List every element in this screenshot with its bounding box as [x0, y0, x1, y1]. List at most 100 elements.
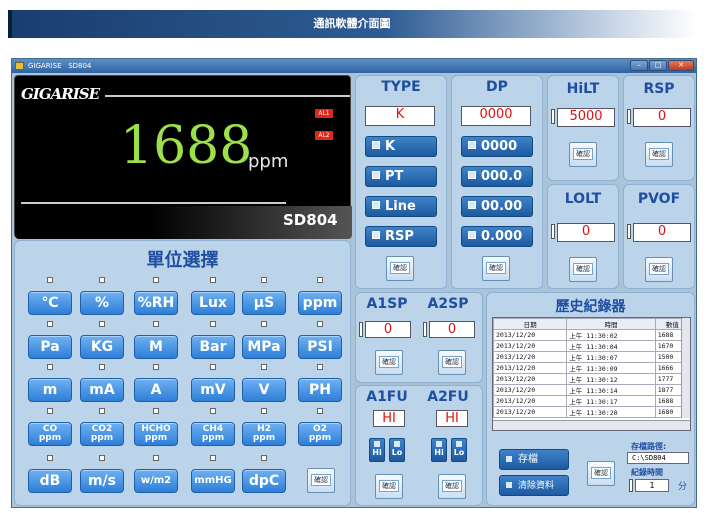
save-file-button[interactable]: 存檔	[499, 449, 569, 470]
unit-checkbox[interactable]	[47, 455, 53, 461]
pvof-spinner[interactable]	[627, 224, 631, 239]
a1fu-lo-button[interactable]: Lo	[389, 438, 405, 462]
unit-button[interactable]: CO ppm	[28, 422, 72, 446]
lolt-value[interactable]: 0	[557, 223, 615, 242]
history-row[interactable]: 2013/12/20 上午 11:30:02 1688	[493, 329, 690, 341]
unit-button[interactable]: dB	[28, 469, 72, 493]
unit-checkbox[interactable]	[153, 321, 159, 327]
unit-checkbox[interactable]	[99, 321, 105, 327]
unit-button[interactable]: MPa	[242, 335, 286, 359]
unit-checkbox[interactable]	[261, 364, 267, 370]
history-horizontal-scrollbar[interactable]	[493, 420, 690, 430]
unit-button[interactable]: A	[134, 378, 178, 402]
unit-checkbox[interactable]	[47, 364, 53, 370]
interval-input[interactable]: 1	[635, 479, 669, 492]
a2sp-spinner[interactable]	[423, 322, 427, 337]
unit-button[interactable]: μS	[242, 291, 286, 315]
a1fu-confirm-button[interactable]: 確認	[375, 474, 403, 499]
interval-spinner[interactable]	[629, 479, 633, 492]
dp-option-0-000[interactable]: 0.000	[461, 226, 533, 247]
unit-button[interactable]: Lux	[191, 291, 235, 315]
unit-checkbox[interactable]	[99, 277, 105, 283]
a2fu-hi-button[interactable]: Hi	[431, 438, 447, 462]
maximize-button[interactable]: □	[649, 60, 667, 71]
lolt-spinner[interactable]	[551, 224, 555, 239]
history-row[interactable]: 2013/12/20 上午 11:30:04 1670	[493, 340, 690, 352]
unit-checkbox[interactable]	[99, 455, 105, 461]
unit-button[interactable]: V	[242, 378, 286, 402]
hilt-value[interactable]: 5000	[557, 108, 615, 127]
unit-checkbox[interactable]	[99, 408, 105, 414]
unit-checkbox[interactable]	[153, 277, 159, 283]
unit-button[interactable]: H2 ppm	[242, 422, 286, 446]
unit-checkbox[interactable]	[47, 321, 53, 327]
history-row[interactable]: 2013/12/20 上午 11:30:17 1688	[493, 395, 690, 407]
dp-option-0000[interactable]: 0000	[461, 136, 533, 157]
type-option-rsp[interactable]: RSP	[365, 226, 437, 247]
a1sp-confirm-button[interactable]: 確認	[375, 350, 403, 375]
unit-checkbox[interactable]	[210, 321, 216, 327]
unit-button[interactable]: %RH	[134, 291, 178, 315]
unit-button[interactable]: mA	[80, 378, 124, 402]
unit-button[interactable]: Bar	[191, 335, 235, 359]
minimize-button[interactable]: –	[630, 60, 648, 71]
unit-button[interactable]: M	[134, 335, 178, 359]
unit-button[interactable]: dpC	[242, 469, 286, 493]
unit-checkbox[interactable]	[261, 321, 267, 327]
history-vertical-scrollbar[interactable]	[681, 318, 690, 418]
a2sp-value[interactable]: 0	[429, 321, 475, 338]
pvof-confirm-button[interactable]: 確認	[645, 257, 673, 282]
history-row[interactable]: 2013/12/20 上午 11:30:12 1777	[493, 373, 690, 385]
history-table-box[interactable]: 日期 時間 數值 2013/12/20 上午 11:30:02 1688 2013/1…	[492, 317, 691, 431]
unit-button[interactable]: ppm	[298, 291, 342, 315]
unit-button[interactable]: mmHG	[191, 469, 235, 493]
unit-button[interactable]: CO2 ppm	[80, 422, 124, 446]
unit-checkbox[interactable]	[261, 408, 267, 414]
rsp-confirm-button[interactable]: 確認	[645, 142, 673, 167]
unit-button[interactable]: HCHO ppm	[134, 422, 178, 446]
close-button[interactable]: ✕	[668, 60, 694, 71]
unit-button[interactable]: w/m2	[134, 469, 178, 493]
unit-checkbox[interactable]	[153, 455, 159, 461]
lolt-confirm-button[interactable]: 確認	[569, 257, 597, 282]
unit-checkbox[interactable]	[210, 364, 216, 370]
unit-button[interactable]: KG	[80, 335, 124, 359]
rsp-value[interactable]: 0	[633, 108, 691, 127]
unit-checkbox[interactable]	[153, 408, 159, 414]
type-option-pt[interactable]: PT	[365, 166, 437, 187]
unit-checkbox[interactable]	[47, 277, 53, 283]
history-row[interactable]: 2013/12/20 上午 11:30:20 1680	[493, 406, 690, 418]
dp-option-00-00[interactable]: 00.00	[461, 196, 533, 217]
unit-checkbox[interactable]	[261, 455, 267, 461]
unit-button[interactable]: PSI	[298, 335, 342, 359]
dp-confirm-button[interactable]: 確認	[482, 256, 510, 281]
unit-checkbox[interactable]	[317, 277, 323, 283]
unit-checkbox[interactable]	[99, 364, 105, 370]
hilt-spinner[interactable]	[551, 109, 555, 124]
rsp-spinner[interactable]	[627, 109, 631, 124]
a1sp-value[interactable]: 0	[365, 321, 411, 338]
hilt-confirm-button[interactable]: 確認	[569, 142, 597, 167]
unit-button[interactable]: mV	[191, 378, 235, 402]
unit-button[interactable]: m	[28, 378, 72, 402]
unit-button[interactable]: CH4 ppm	[191, 422, 235, 446]
unit-checkbox[interactable]	[47, 408, 53, 414]
dp-option-000-0[interactable]: 000.0	[461, 166, 533, 187]
save-path-input[interactable]: C:\SD804	[627, 452, 689, 464]
unit-checkbox[interactable]	[153, 364, 159, 370]
a1fu-hi-button[interactable]: Hi	[369, 438, 385, 462]
unit-confirm-button[interactable]: 確認	[307, 468, 335, 493]
a2sp-confirm-button[interactable]: 確認	[438, 350, 466, 375]
clear-data-button[interactable]: 清除資料	[499, 475, 569, 496]
a2fu-confirm-button[interactable]: 確認	[438, 474, 466, 499]
unit-checkbox[interactable]	[210, 455, 216, 461]
unit-button[interactable]: Pa	[28, 335, 72, 359]
unit-button[interactable]: m/s	[80, 469, 124, 493]
type-confirm-button[interactable]: 確認	[386, 256, 414, 281]
unit-button[interactable]: %	[80, 291, 124, 315]
history-row[interactable]: 2013/12/20 上午 11:30:14 1877	[493, 384, 690, 396]
unit-checkbox[interactable]	[317, 408, 323, 414]
unit-checkbox[interactable]	[317, 364, 323, 370]
unit-button[interactable]: O2 ppm	[298, 422, 342, 446]
type-option-line[interactable]: Line	[365, 196, 437, 217]
